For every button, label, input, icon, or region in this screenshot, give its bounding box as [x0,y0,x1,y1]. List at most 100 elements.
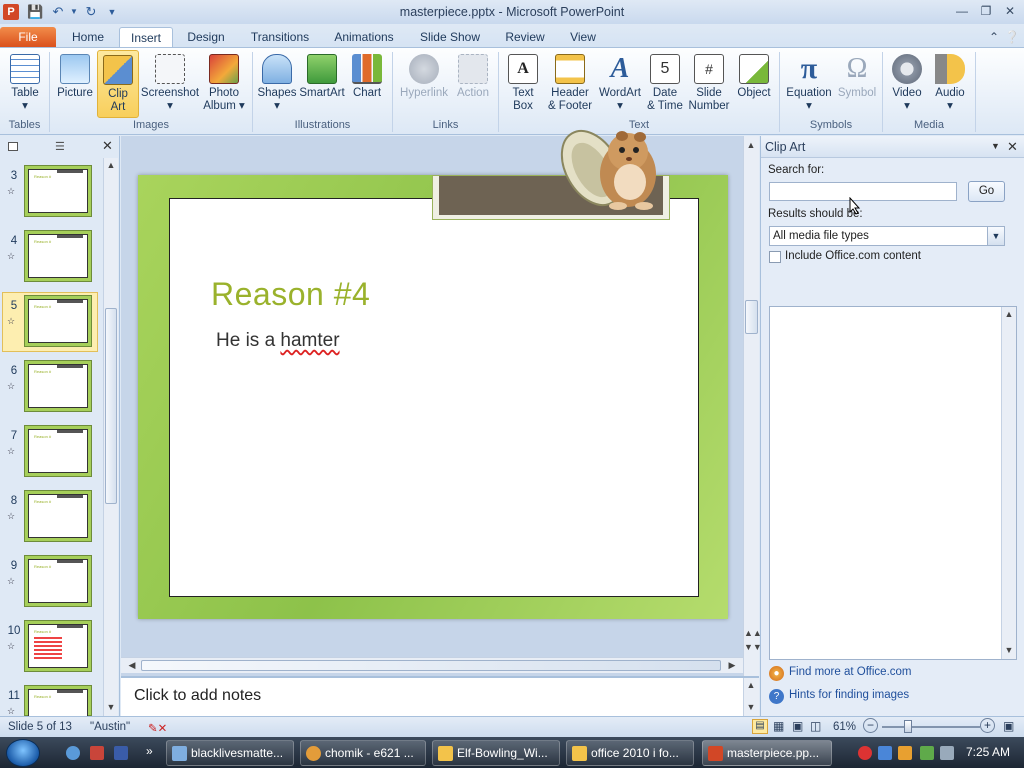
tab-design[interactable]: Design [180,27,232,48]
slide-thumbnail[interactable]: Reason # [24,555,92,607]
slide-thumbnail[interactable]: Reason # [24,685,92,718]
slide-sorter-icon[interactable]: ▦ [773,719,784,733]
scroll-left-icon[interactable]: ◀ [125,660,139,671]
taskbar-item[interactable]: chomik - e621 ... [300,740,426,766]
slide-body-text[interactable]: He is a hamter [216,330,340,352]
zoom-level[interactable]: 61% [833,721,856,733]
zoom-in-icon[interactable]: + [980,718,995,733]
help-icon[interactable]: ❔ [1002,29,1022,45]
audio-button[interactable]: Audio ▾ [929,50,971,118]
clip-results-area[interactable]: ▲ ▼ [769,306,1017,660]
clip-art-button[interactable]: Clip Art [97,50,139,118]
previous-slide-icon[interactable]: ▲▲ [744,628,762,638]
chart-button[interactable]: Chart [347,50,387,118]
show-desktop-icon[interactable] [114,746,128,760]
horizontal-scrollbar[interactable]: ◀ ▶ [121,657,743,673]
close-panel-icon[interactable]: ✕ [102,138,113,154]
scroll-up-icon[interactable]: ▲ [104,160,118,170]
browser-quicklaunch-icon[interactable] [90,746,104,760]
slide-show-icon[interactable]: ◫ [810,719,821,733]
taskbar-item-active[interactable]: masterpiece.pp... [702,740,832,766]
tab-review[interactable]: Review [500,27,550,48]
clock[interactable]: 7:25 AM [966,745,1010,759]
photo-album-button[interactable]: Photo Album ▾ [200,50,248,118]
tab-insert[interactable]: Insert [119,27,173,48]
notes-scrollbar[interactable]: ▲ ▼ [743,678,759,716]
scroll-down-icon[interactable]: ▼ [1002,645,1016,655]
minimize-ribbon-icon[interactable]: ⌃ [984,29,1004,45]
tab-home[interactable]: Home [62,27,114,48]
video-button[interactable]: Video ▾ [886,50,928,118]
scroll-down-icon[interactable]: ▼ [104,702,118,712]
object-button[interactable]: Object [732,50,776,118]
picture-button[interactable]: Picture [54,50,96,118]
taskbar-item[interactable]: office 2010 i fo... [566,740,694,766]
scrollbar-thumb[interactable] [105,308,117,504]
network-icon[interactable] [878,746,892,760]
spelling-check-icon[interactable]: ✎✕ [148,721,167,735]
results-scrollbar[interactable]: ▲ ▼ [1001,307,1016,659]
date-time-button[interactable]: 5 Date & Time [644,50,686,118]
tab-slide-show[interactable]: Slide Show [414,27,486,48]
scroll-down-icon[interactable]: ▼ [744,702,758,712]
symbol-button[interactable]: Ω Symbol [836,50,878,118]
scroll-up-icon[interactable]: ▲ [744,680,758,690]
action-button[interactable]: Action [452,50,494,118]
search-tray-icon[interactable] [898,746,912,760]
smartart-button[interactable]: SmartArt [299,50,345,118]
tab-view[interactable]: View [562,27,604,48]
tab-transitions[interactable]: Transitions [244,27,316,48]
fit-to-window-icon[interactable]: ▣ [1003,719,1014,733]
next-slide-icon[interactable]: ▼▼ [744,642,762,652]
start-button[interactable] [6,739,40,767]
slide-thumbnail[interactable]: Reason # [24,490,92,542]
taskbar-item[interactable]: blacklivesmatte... [166,740,294,766]
slide-number-button[interactable]: # Slide Number [687,50,731,118]
normal-view-icon[interactable]: ▤ [752,719,768,734]
hyperlink-button[interactable]: Hyperlink [396,50,452,118]
screenshot-button[interactable]: Screenshot ▾ [140,50,200,118]
tab-animations[interactable]: Animations [328,27,400,48]
slide-thumbnail-selected[interactable]: Reason # [24,295,92,347]
search-input[interactable] [769,182,957,201]
minimize-icon[interactable]: — [952,3,972,19]
firefox-quicklaunch-icon[interactable] [66,746,80,760]
slide-thumbnail[interactable]: Reason # [24,230,92,282]
equation-button[interactable]: π Equation ▾ [783,50,835,118]
wordart-button[interactable]: A WordArt ▾ [597,50,643,118]
slide-scrollbar[interactable]: ▲ ▲▲ ▼▼ [743,136,762,676]
scrollbar-thumb[interactable] [745,300,758,334]
slide-title[interactable]: Reason #4 [211,276,370,313]
dropdown-arrow-icon[interactable]: ▼ [987,227,1004,245]
zoom-slider[interactable] [882,726,980,728]
media-type-select[interactable]: All media file types ▼ [769,226,1005,246]
scroll-up-icon[interactable]: ▲ [1002,309,1016,319]
hamster-clip-art[interactable] [552,122,664,214]
pane-options-icon[interactable]: ▼ [991,141,1000,151]
scroll-up-icon[interactable]: ▲ [744,140,758,150]
find-more-link[interactable]: Find more at Office.com [789,666,912,678]
restore-icon[interactable]: ❐ [976,3,996,19]
text-box-button[interactable]: A Text Box [503,50,543,118]
header-footer-button[interactable]: Header & Footer [544,50,596,118]
scrollbar-thumb[interactable] [141,660,721,671]
close-icon[interactable]: ✕ [1000,3,1020,19]
zoom-slider-thumb[interactable] [904,720,912,733]
security-alert-icon[interactable] [858,746,872,760]
volume-icon[interactable] [940,746,954,760]
slides-tab-icon[interactable] [8,142,18,151]
shapes-button[interactable]: Shapes ▾ [256,50,298,118]
slide-thumbnail[interactable]: Reason # [24,165,92,217]
more-quicklaunch-icon[interactable]: » [146,744,153,758]
slide-thumbnail[interactable]: Reason # [24,360,92,412]
zoom-out-icon[interactable]: − [863,718,878,733]
hints-link[interactable]: Hints for finding images [789,689,909,701]
display-icon[interactable] [920,746,934,760]
include-office-checkbox[interactable] [769,251,781,263]
tab-file[interactable]: File [0,27,56,48]
outline-tab-icon[interactable]: ☰ [55,140,65,153]
table-button[interactable]: Table ▾ [4,50,46,118]
reading-view-icon[interactable]: ▣ [792,719,803,733]
close-pane-icon[interactable]: ✕ [1007,139,1018,155]
notes-pane[interactable]: Click to add notes [121,676,759,716]
